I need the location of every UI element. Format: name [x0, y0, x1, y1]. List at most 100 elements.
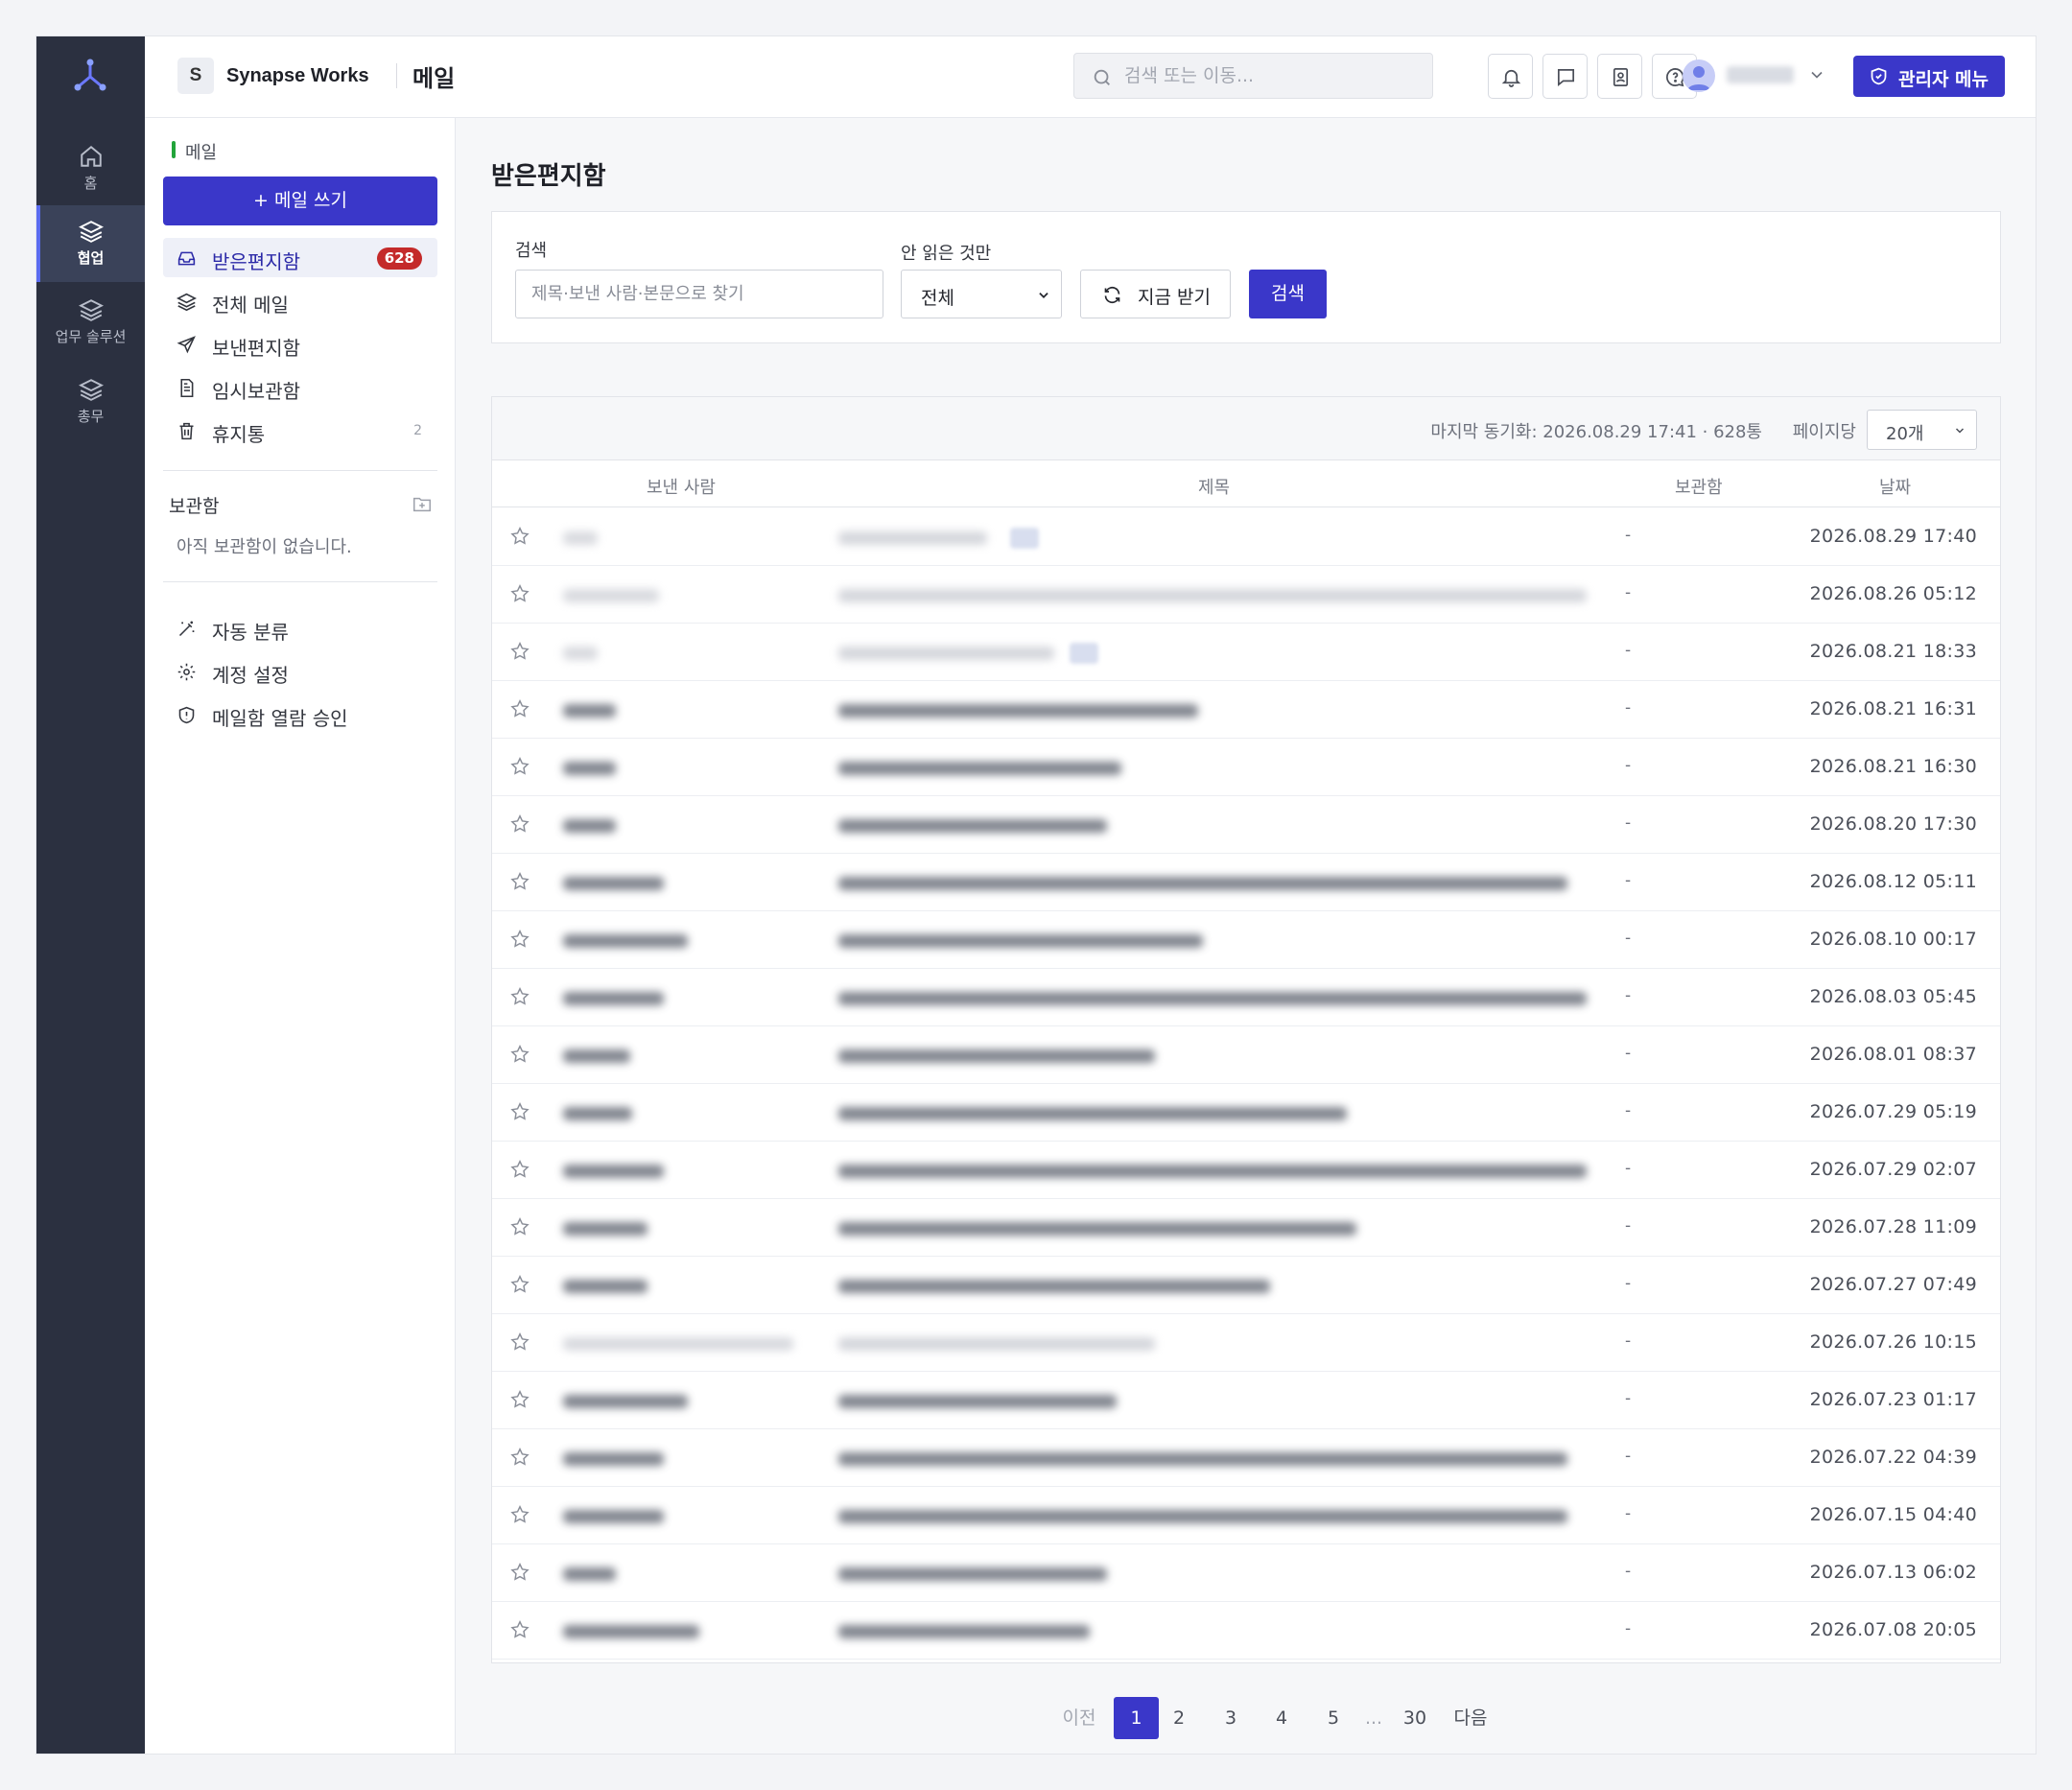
global-search[interactable] [1073, 53, 1433, 99]
table-row[interactable]: - 2026.07.29 05:19 [492, 1084, 2000, 1142]
table-row[interactable]: - 2026.07.29 02:07 [492, 1142, 2000, 1199]
star-icon[interactable] [509, 1389, 530, 1410]
sidebar-item-trash[interactable]: 휴지통 2 [163, 411, 437, 450]
star-icon[interactable] [509, 698, 530, 719]
table-row[interactable]: - 2026.08.10 00:17 [492, 911, 2000, 969]
star-icon[interactable] [509, 871, 530, 892]
table-row[interactable]: - 2026.08.21 16:30 [492, 739, 2000, 796]
table-row[interactable]: - 2026.08.20 17:30 [492, 796, 2000, 854]
per-page-select[interactable]: 20개 [1867, 410, 1977, 450]
column-header-date[interactable]: 날짜 [1879, 474, 1911, 499]
pager-prev[interactable]: 이전 [1060, 1697, 1098, 1739]
star-icon[interactable] [509, 583, 530, 604]
global-search-input[interactable] [1124, 54, 1412, 98]
sidebar-item-inbox[interactable]: 받은편지함 628 [163, 238, 437, 277]
sidebar-item-auto-sort[interactable]: 자동 분류 [163, 608, 437, 648]
folder-cell: - [1625, 929, 1632, 948]
star-icon[interactable] [509, 1101, 530, 1122]
table-row[interactable]: - 2026.07.13 06:02 [492, 1544, 2000, 1602]
star-icon[interactable] [509, 1562, 530, 1583]
star-icon[interactable] [509, 1044, 530, 1065]
table-row[interactable]: - 2026.07.28 11:09 [492, 1199, 2000, 1257]
subject-redacted [838, 1337, 1155, 1351]
rail-item-home[interactable]: 홈 [36, 130, 145, 207]
notifications-button[interactable] [1488, 54, 1533, 99]
messages-button[interactable] [1542, 54, 1588, 99]
sidebar-item-label: 자동 분류 [212, 621, 289, 644]
filter-panel: 검색 안 읽은 것만 전체 지금 받기 검색 [491, 211, 2001, 343]
sidebar-item-sent[interactable]: 보낸편지함 [163, 324, 437, 364]
pager-page-3[interactable]: 3 [1216, 1697, 1245, 1739]
fetch-now-button[interactable]: 지금 받기 [1080, 270, 1231, 318]
rail-item-general-affairs[interactable]: 총무 [36, 364, 145, 440]
per-page-value: 20개 [1886, 424, 1924, 444]
layers-icon [78, 221, 104, 243]
rail-item-solutions[interactable]: 업무 솔루션 [36, 284, 145, 361]
star-icon[interactable] [509, 1216, 530, 1237]
compose-button[interactable]: + 메일 쓰기 [163, 177, 437, 225]
sidebar-item-drafts[interactable]: 임시보관함 [163, 367, 437, 407]
table-row[interactable]: - 2026.08.01 08:37 [492, 1026, 2000, 1084]
sender-redacted [563, 934, 688, 948]
star-icon[interactable] [509, 526, 530, 547]
star-icon[interactable] [509, 1159, 530, 1180]
admin-menu-button[interactable]: 관리자 메뉴 [1853, 56, 2005, 97]
contacts-button[interactable] [1597, 54, 1642, 99]
table-row[interactable]: - 2026.08.21 16:31 [492, 681, 2000, 739]
pager-next[interactable]: 다음 [1451, 1697, 1490, 1739]
add-folder-icon[interactable] [411, 494, 434, 515]
date-cell: 2026.07.29 05:19 [1809, 1101, 1977, 1122]
pager-page-last[interactable]: 30 [1396, 1697, 1434, 1739]
date-cell: 2026.08.20 17:30 [1809, 813, 1977, 835]
table-row[interactable]: - 2026.07.08 20:05 [492, 1602, 2000, 1660]
refresh-icon [1104, 286, 1120, 304]
star-icon[interactable] [509, 641, 530, 662]
date-cell: 2026.07.08 20:05 [1809, 1619, 1977, 1640]
workspace-badge[interactable]: S [177, 58, 214, 94]
app-logo-icon[interactable] [71, 56, 109, 94]
star-icon[interactable] [509, 1504, 530, 1525]
folder-cell: - [1625, 1216, 1632, 1236]
table-row[interactable]: - 2026.08.26 05:12 [492, 566, 2000, 624]
folder-cell: - [1625, 1619, 1632, 1638]
workspace-name[interactable]: Synapse Works [226, 65, 369, 87]
unread-filter-select[interactable]: 전체 [901, 270, 1062, 318]
table-row[interactable]: - 2026.07.26 10:15 [492, 1314, 2000, 1372]
table-row[interactable]: - 2026.08.03 05:45 [492, 969, 2000, 1026]
chevron-down-icon [1955, 428, 1965, 434]
pager-page-2[interactable]: 2 [1165, 1697, 1193, 1739]
sidebar-item-mailbox-access-approval[interactable]: 메일함 열람 승인 [163, 695, 437, 734]
rail-item-collab[interactable]: 협업 [36, 205, 145, 282]
table-row[interactable]: - 2026.07.27 07:49 [492, 1257, 2000, 1314]
table-row[interactable]: - 2026.07.22 04:39 [492, 1429, 2000, 1487]
star-icon[interactable] [509, 1274, 530, 1295]
folder-cell: - [1625, 1159, 1632, 1178]
star-icon[interactable] [509, 813, 530, 835]
star-icon[interactable] [509, 1447, 530, 1468]
search-button[interactable]: 검색 [1249, 270, 1327, 318]
column-header-subject[interactable]: 제목 [1198, 474, 1230, 499]
pager-page-4[interactable]: 4 [1267, 1697, 1296, 1739]
mail-search-input[interactable] [515, 270, 883, 318]
user-menu[interactable] [1683, 56, 1831, 96]
star-icon[interactable] [509, 1331, 530, 1353]
pager-page-1[interactable]: 1 [1114, 1697, 1159, 1739]
pagination: 이전 1 2 3 4 5 ... 30 다음 [456, 1697, 2036, 1739]
sidebar-item-account-settings[interactable]: 계정 설정 [163, 651, 437, 691]
date-cell: 2026.08.21 18:33 [1809, 641, 1977, 662]
star-icon[interactable] [509, 756, 530, 777]
table-row[interactable]: - 2026.07.15 04:40 [492, 1487, 2000, 1544]
table-row[interactable]: - 2026.08.21 18:33 [492, 624, 2000, 681]
star-icon[interactable] [509, 986, 530, 1007]
table-row[interactable]: - 2026.08.12 05:11 [492, 854, 2000, 911]
star-icon[interactable] [509, 1619, 530, 1640]
pager-page-5[interactable]: 5 [1319, 1697, 1348, 1739]
table-row[interactable]: - 2026.07.23 01:17 [492, 1372, 2000, 1429]
sidebar-item-all-mail[interactable]: 전체 메일 [163, 281, 437, 320]
column-header-folder[interactable]: 보관함 [1675, 474, 1723, 499]
date-cell: 2026.08.21 16:31 [1809, 698, 1977, 719]
search-icon [1094, 69, 1110, 85]
table-row[interactable]: - 2026.08.29 17:40 [492, 508, 2000, 566]
column-header-from[interactable]: 보낸 사람 [647, 474, 716, 499]
star-icon[interactable] [509, 929, 530, 950]
